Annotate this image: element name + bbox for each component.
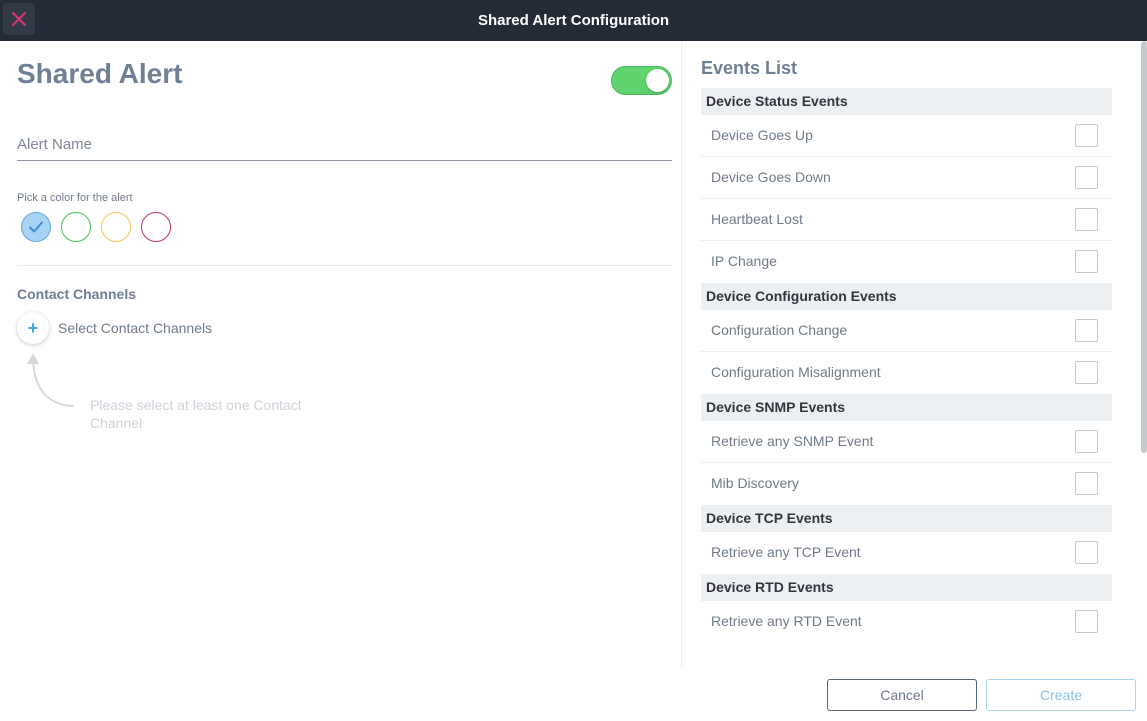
- alert-enabled-toggle[interactable]: [611, 66, 672, 95]
- event-label: Configuration Change: [711, 322, 848, 338]
- section-divider: [17, 265, 672, 266]
- add-contact-channel-label[interactable]: Select Contact Channels: [58, 320, 212, 336]
- event-group-header: Device SNMP Events: [701, 394, 1112, 421]
- event-label: Retrieve any SNMP Event: [711, 433, 874, 449]
- alert-title: Shared Alert: [17, 58, 183, 89]
- event-label: Heartbeat Lost: [711, 211, 803, 227]
- event-label: Configuration Misalignment: [711, 364, 881, 380]
- alert-form-panel: Shared Alert Pick a color for the alert …: [0, 41, 682, 667]
- event-label: Device Goes Down: [711, 169, 831, 185]
- event-checkbox[interactable]: [1075, 208, 1098, 231]
- alert-name-input[interactable]: [17, 129, 672, 161]
- dialog-title: Shared Alert Configuration: [477, 12, 670, 29]
- event-group-header: Device Status Events: [701, 88, 1112, 115]
- checkmark-icon: [29, 221, 43, 233]
- event-checkbox[interactable]: [1075, 541, 1098, 564]
- events-list-title: Events List: [701, 58, 798, 78]
- event-group-header: Device Configuration Events: [701, 283, 1112, 310]
- add-contact-channel-button[interactable]: +: [17, 312, 49, 344]
- toggle-knob: [646, 69, 669, 92]
- events-list: Device Status Events Device Goes Up Devi…: [701, 88, 1112, 643]
- event-row: Device Goes Up: [701, 115, 1112, 157]
- events-panel: Events List Device Status Events Device …: [682, 41, 1147, 667]
- event-checkbox[interactable]: [1075, 472, 1098, 495]
- event-checkbox[interactable]: [1075, 361, 1098, 384]
- events-scrollbar[interactable]: [1141, 41, 1147, 667]
- event-row: Retrieve any SNMP Event: [701, 421, 1112, 463]
- event-label: IP Change: [711, 253, 777, 269]
- color-picker: [21, 212, 171, 242]
- event-row: Mib Discovery: [701, 463, 1112, 505]
- contact-channels-title: Contact Channels: [17, 286, 137, 302]
- event-row: Configuration Change: [701, 310, 1112, 352]
- shared-alert-dialog: Shared Alert Configuration Shared Alert …: [0, 0, 1147, 721]
- event-checkbox[interactable]: [1075, 166, 1098, 189]
- dialog-header: Shared Alert Configuration: [0, 0, 1147, 41]
- plus-icon: +: [27, 317, 39, 338]
- event-row: Retrieve any TCP Event: [701, 532, 1112, 574]
- event-label: Retrieve any RTD Event: [711, 613, 862, 629]
- event-row: Configuration Misalignment: [701, 352, 1112, 394]
- event-row: Device Goes Down: [701, 157, 1112, 199]
- event-label: Mib Discovery: [711, 475, 799, 491]
- contact-channel-hint: Please select at least one Contact Chann…: [90, 397, 302, 431]
- create-button[interactable]: Create: [986, 679, 1136, 711]
- event-row: Retrieve any RTD Event: [701, 601, 1112, 643]
- event-checkbox[interactable]: [1075, 124, 1098, 147]
- event-checkbox[interactable]: [1075, 610, 1098, 633]
- event-row: Heartbeat Lost: [701, 199, 1112, 241]
- curved-arrow-icon: [27, 353, 75, 407]
- color-swatch-blue[interactable]: [21, 212, 51, 242]
- color-swatch-yellow[interactable]: [101, 212, 131, 242]
- event-row: IP Change: [701, 241, 1112, 283]
- event-group-header: Device RTD Events: [701, 574, 1112, 601]
- cancel-button[interactable]: Cancel: [827, 679, 977, 711]
- color-swatch-magenta[interactable]: [141, 212, 171, 242]
- color-picker-label: Pick a color for the alert: [17, 192, 133, 204]
- color-swatch-green[interactable]: [61, 212, 91, 242]
- event-label: Retrieve any TCP Event: [711, 544, 861, 560]
- event-checkbox[interactable]: [1075, 430, 1098, 453]
- scrollbar-thumb[interactable]: [1141, 41, 1147, 453]
- event-label: Device Goes Up: [711, 127, 813, 143]
- event-group-header: Device TCP Events: [701, 505, 1112, 532]
- event-checkbox[interactable]: [1075, 250, 1098, 273]
- event-checkbox[interactable]: [1075, 319, 1098, 342]
